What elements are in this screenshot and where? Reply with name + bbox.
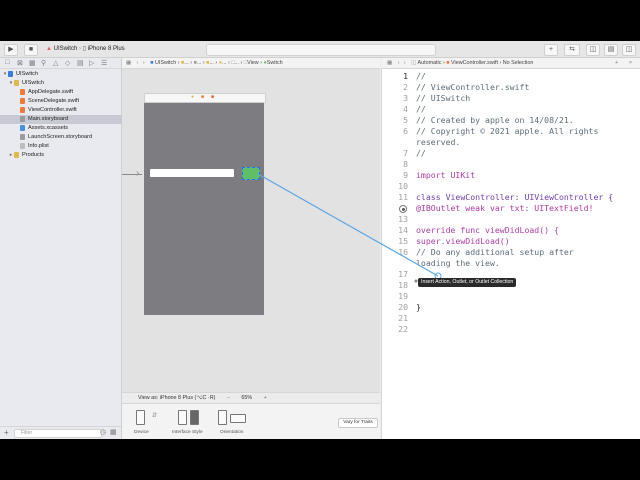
connection-drag-line — [257, 173, 442, 283]
xcode-window: ▶ ■ ▲ UISwitch › ▯ iPhone 8 Plus + ⇆ ◫ ▤… — [0, 41, 640, 439]
connection-line — [257, 173, 439, 277]
insert-connection-tooltip: Insert Action, Outlet, or Outlet Collect… — [418, 278, 517, 287]
